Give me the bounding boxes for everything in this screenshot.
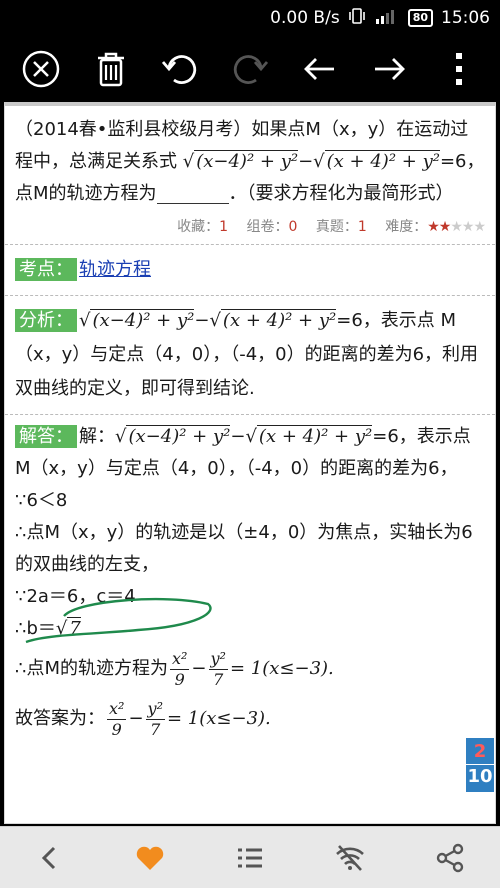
question-stats: 收藏：1 组卷：0 真题：1 难度：★★★★★ [5,216,495,244]
jieda-minus: − [230,426,246,447]
fenxi-sqrt-2: √ (x + 4)² + y² [209,309,337,331]
network-speed: 0.00 B/s [270,8,340,28]
favorite-button[interactable] [125,833,175,883]
handwritten-annotation [25,597,212,644]
frac-x: x² 9 [169,648,190,689]
delete-button[interactable] [85,43,137,95]
jieda-line-1: ∵6＜8 [15,490,68,511]
back-arrow-icon [303,58,334,80]
fenxi-section: 分析： √ (x−4)² + y²−√ (x + 4)² + y²=6，表示点 M（x… [5,295,495,414]
fenxi-eq-tail: =6，表示点 [336,310,435,331]
list-icon [238,848,262,867]
share-button[interactable] [425,833,475,883]
sqrt-expression-1: √ (x−4)² + y² [182,150,299,172]
fenxi-minus: − [194,310,210,331]
jieda-line-5: ∴点M的轨迹方程为 x² 9− y² 7 = 1(x≤−3). [15,648,334,689]
heart-icon [136,846,164,870]
equals-six: =6， [439,151,485,172]
jieda-line-6: 故答案为： x² 9− y² 7 = 1(x≤−3). [15,698,271,739]
jieda-text: M（x，y）与定点（4，0），（-4，0）的距离的差为6， [15,458,458,479]
frac-y: y² 7 [208,648,228,689]
collect-count: 1 [219,219,229,235]
kaodian-section: 考点： 轨迹方程 [5,244,495,295]
jieda-sqrt-2: √ (x + 4)² + y² [245,425,373,447]
group-label: 组卷： [246,219,289,235]
close-button[interactable] [15,43,67,95]
share-icon [436,843,464,872]
forward-button[interactable] [363,43,415,95]
jieda-lead: 解： [79,426,115,447]
list-button[interactable] [225,833,275,883]
wifi-button[interactable] [325,833,375,883]
vibrate-icon [348,7,366,30]
status-bar: 0.00 B/s 80 15:06 [0,0,500,36]
bottom-nav [0,826,500,888]
difficulty-label: 难度： [385,219,428,235]
question-content: （2014春•监利县校级月考）如果点M（x，y）在运动过程中，总满足关系式 √(… [4,102,496,824]
jieda-line-2: ∴点M（x，y）的轨迹是以（±4，0）为焦点，实轴长为6的双曲线的左支， [15,522,473,575]
undo-button[interactable] [154,43,206,95]
jieda-eq-tail: =6，表示点 [372,426,471,447]
answer-blank [156,184,229,204]
redo-icon [233,55,269,84]
minus-sign: − [298,151,314,172]
more-icon [456,53,463,85]
trash-icon [97,52,124,87]
jieda-tag: 解答： [15,425,77,448]
kaodian-link[interactable]: 轨迹方程 [79,259,151,280]
frac-y-answer: y² 7 [145,698,165,739]
back-button[interactable] [294,43,346,95]
forward-arrow-icon [375,58,406,80]
fenxi-sqrt-1: √ (x−4)² + y² [79,309,195,331]
real-count: 1 [357,219,367,235]
page-current: 2 [473,741,487,762]
redo-button[interactable] [224,43,276,95]
jieda-section: 解答： 解：√ (x−4)² + y²−√ (x + 4)² + y²=6，表示点 M… [5,414,495,753]
close-icon [22,50,60,88]
fenxi-tag: 分析： [15,309,77,332]
more-button[interactable] [433,43,485,95]
undo-icon [162,55,197,84]
nav-back-button[interactable] [25,833,75,883]
real-label: 真题： [315,219,358,235]
battery-indicator: 80 [407,9,433,27]
jieda-sqrt-1: √ (x−4)² + y² [115,425,231,447]
wifi-off-icon [336,844,364,871]
clock: 15:06 [441,8,490,28]
frac-x-answer: x² 9 [107,698,127,739]
page-total: 10 [466,764,494,790]
question-line2-end: ．（要求方程化为最简形式） [228,183,454,204]
page-indicator[interactable]: 2 10 [466,738,494,792]
group-count: 0 [288,219,298,235]
difficulty-stars: ★★★★★ [427,219,486,235]
signal-icon [374,7,400,30]
question-text: （2014春•监利县校级月考）如果点M（x，y）在运动过程中，总满足关系式 √(… [5,106,495,216]
kaodian-tag: 考点： [15,258,77,281]
editor-toolbar [0,36,500,102]
question-line2: 点M的轨迹方程为 [15,183,157,204]
back-icon [41,846,56,869]
collect-label: 收藏： [177,219,220,235]
sqrt-expression-2: √ (x + 4)² + y² [313,150,440,172]
